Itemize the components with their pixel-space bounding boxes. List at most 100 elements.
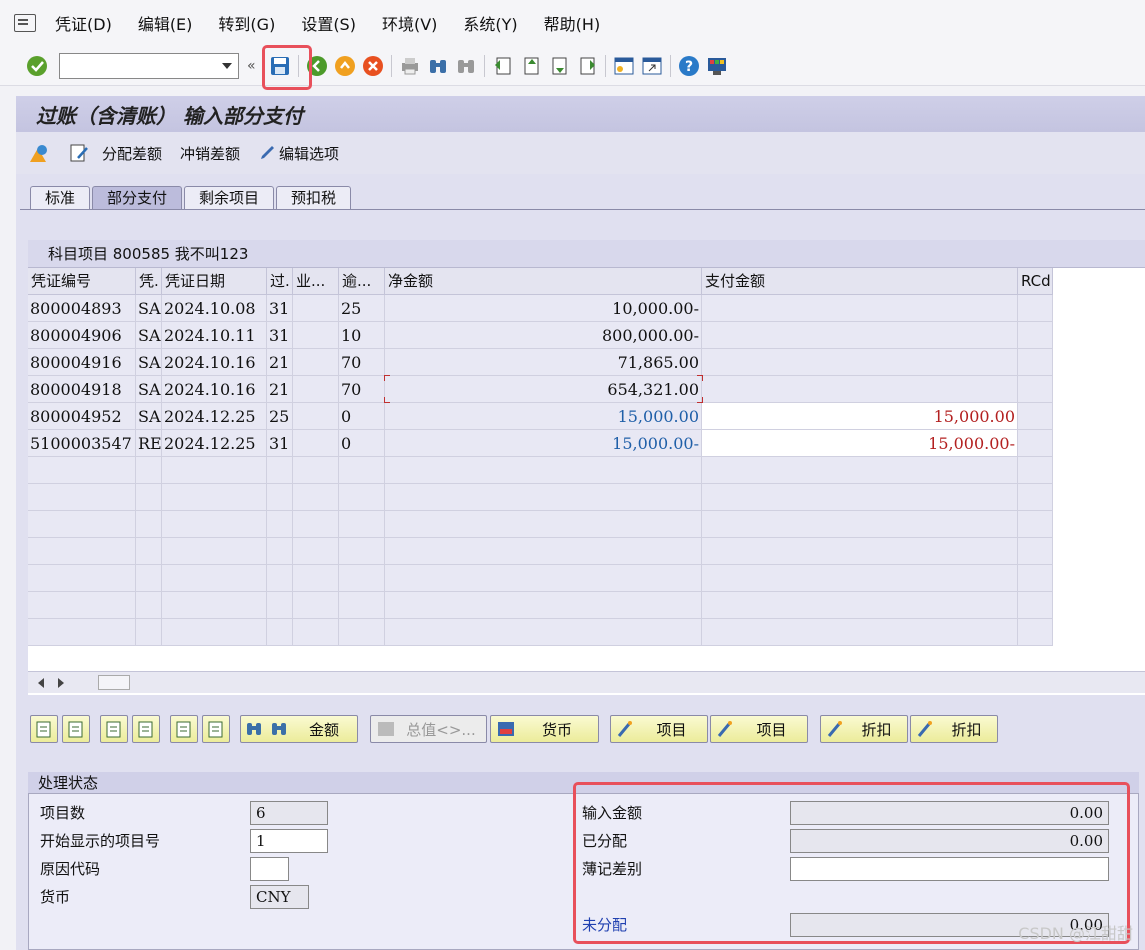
first-item-field[interactable]: 1 [250, 829, 328, 853]
table-cell [293, 322, 339, 349]
scroll-right-icon[interactable] [58, 678, 64, 688]
table-cell [1018, 295, 1053, 322]
menu-help[interactable]: 帮助(H) [531, 11, 614, 35]
table-cell[interactable] [702, 322, 1018, 349]
empty-cell [1018, 511, 1053, 538]
tab-residual-items[interactable]: 剩余项目 [184, 186, 275, 210]
horizontal-scrollbar[interactable] [28, 671, 1145, 693]
table-cell[interactable] [702, 376, 1018, 403]
table-cell: 2024.10.11 [162, 322, 267, 349]
table-cell[interactable] [702, 349, 1018, 376]
last-page-icon[interactable] [574, 53, 600, 79]
empty-cell [385, 538, 702, 565]
scroll-thumb[interactable] [98, 675, 130, 690]
empty-cell [162, 592, 267, 619]
empty-cell [136, 457, 162, 484]
column-header[interactable]: 凭证编号 [28, 268, 136, 295]
tab-partial-payment[interactable]: 部分支付 [92, 186, 183, 210]
menu-document[interactable]: 凭证(D) [42, 11, 125, 35]
currency-icon [496, 719, 516, 739]
column-header[interactable]: RCd [1018, 268, 1053, 295]
check-icon[interactable] [24, 53, 50, 79]
item-button-1[interactable]: 项目 [610, 715, 708, 743]
menu-goto[interactable]: 转到(G) [205, 11, 288, 35]
empty-cell [339, 619, 385, 646]
table-cell[interactable] [702, 295, 1018, 322]
new-session-icon[interactable] [611, 53, 637, 79]
print-icon[interactable] [397, 53, 423, 79]
cancel-icon[interactable] [360, 53, 386, 79]
scroll-left-icon[interactable] [38, 678, 44, 688]
shortcut-icon[interactable] [639, 53, 665, 79]
menu-icon[interactable] [14, 14, 36, 32]
chevron-down-icon[interactable] [222, 62, 232, 69]
highlight-save [262, 45, 312, 90]
deactivate-items-button[interactable] [132, 715, 160, 743]
activate-items-button[interactable] [100, 715, 128, 743]
column-header[interactable]: 凭证日期 [162, 268, 267, 295]
pencil-icon [261, 146, 275, 159]
find-icon[interactable] [425, 53, 451, 79]
item-button-2[interactable]: 项目 [710, 715, 808, 743]
empty-cell [1018, 565, 1053, 592]
prev-page-icon[interactable] [518, 53, 544, 79]
edit-doc-button[interactable] [68, 142, 90, 164]
overview-icon [30, 145, 47, 162]
table-cell: SA [136, 322, 162, 349]
menu-environment[interactable]: 环境(V) [369, 11, 450, 35]
sort-descending-button[interactable] [202, 715, 230, 743]
empty-cell [339, 484, 385, 511]
empty-cell [136, 619, 162, 646]
svg-text:?: ? [685, 59, 693, 75]
table-cell [1018, 322, 1053, 349]
find-next-icon[interactable] [453, 53, 479, 79]
menu-settings[interactable]: 设置(S) [288, 11, 369, 35]
empty-cell [385, 457, 702, 484]
edit-options-button[interactable]: 编辑选项 [258, 143, 339, 164]
table-cell[interactable]: 15,000.00- [702, 430, 1018, 457]
discount-button-2[interactable]: 折扣 [910, 715, 998, 743]
empty-cell [136, 565, 162, 592]
empty-cell [267, 565, 293, 592]
deselect-all-button[interactable] [62, 715, 90, 743]
empty-cell [339, 511, 385, 538]
column-header[interactable]: 支付金额 [702, 268, 1018, 295]
first-page-icon[interactable] [490, 53, 516, 79]
column-header[interactable]: 过. [267, 268, 293, 295]
table-cell [1018, 376, 1053, 403]
column-header[interactable]: 业... [293, 268, 339, 295]
table-cell[interactable]: 15,000.00 [702, 403, 1018, 430]
currency-button[interactable]: 货币 [490, 715, 599, 743]
distribute-diff-button[interactable]: 分配差额 [102, 143, 162, 164]
column-header[interactable]: 逾... [339, 268, 385, 295]
writeoff-diff-button[interactable]: 冲销差额 [180, 143, 240, 164]
table-cell: 2024.10.08 [162, 295, 267, 322]
grid-title: 科目项目 800585 我不叫123 [28, 240, 1145, 268]
reason-code-field[interactable] [250, 857, 289, 881]
currency-label: 货币 [40, 888, 71, 906]
column-header[interactable]: 净金额 [385, 268, 702, 295]
table-cell: 21 [267, 376, 293, 403]
sort-ascending-button[interactable] [170, 715, 198, 743]
command-field[interactable] [59, 52, 239, 79]
discount-button-1[interactable]: 折扣 [820, 715, 908, 743]
help-icon[interactable]: ? [676, 53, 702, 79]
select-all-button[interactable] [30, 715, 58, 743]
empty-cell [702, 511, 1018, 538]
exit-icon[interactable] [332, 53, 358, 79]
tab-standard[interactable]: 标准 [30, 186, 91, 210]
column-header[interactable]: 凭. [136, 268, 162, 295]
standard-toolbar: « ? [0, 46, 1145, 86]
table-cell: 25 [339, 295, 385, 322]
amount-button[interactable]: 金额 [240, 715, 358, 743]
next-page-icon[interactable] [546, 53, 572, 79]
collapse-icon[interactable]: « [247, 58, 256, 74]
customize-icon[interactable] [704, 53, 730, 79]
menu-edit[interactable]: 编辑(E) [125, 11, 206, 35]
table-cell: 31 [267, 430, 293, 457]
menu-system[interactable]: 系统(Y) [450, 11, 530, 35]
edit-document-icon [70, 144, 88, 162]
empty-cell [1018, 619, 1053, 646]
tab-withholding-tax[interactable]: 预扣税 [276, 186, 352, 210]
overview-button[interactable] [28, 142, 50, 164]
